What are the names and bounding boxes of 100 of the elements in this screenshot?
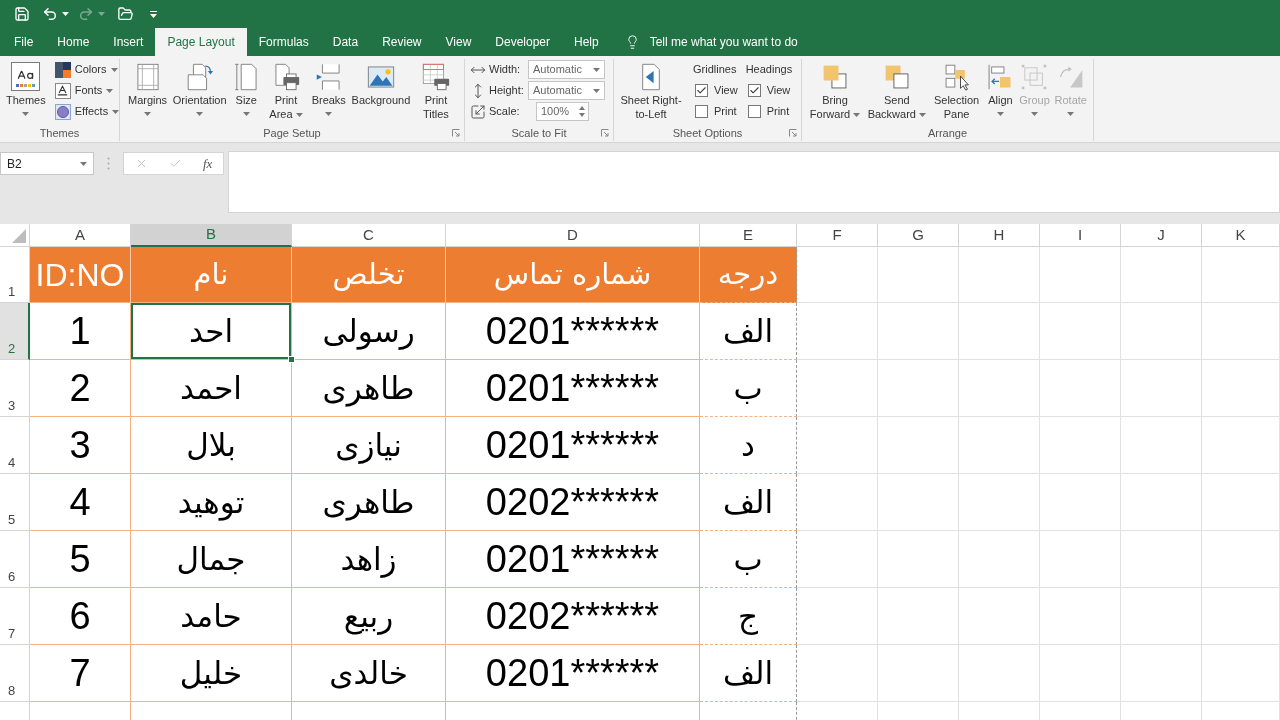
group-label: Page Setup bbox=[262, 126, 322, 141]
checkbox[interactable] bbox=[695, 84, 708, 97]
caret-icon[interactable] bbox=[593, 67, 600, 72]
table-cell: خالدی bbox=[292, 645, 446, 702]
checkbox[interactable] bbox=[747, 105, 761, 118]
row-header[interactable]: 8 bbox=[0, 645, 30, 702]
color-squares-icon bbox=[54, 61, 71, 78]
group-label: Scale to Fit bbox=[510, 126, 568, 141]
ribbon-button[interactable]: Print Titles bbox=[413, 59, 458, 121]
column-header[interactable]: H bbox=[959, 224, 1040, 247]
row-header[interactable]: 6 bbox=[0, 531, 30, 588]
caret-icon[interactable] bbox=[853, 113, 861, 118]
tell-me-field[interactable]: Tell me what you want to do bbox=[649, 33, 820, 51]
ribbon-button[interactable]: Bring Forward bbox=[806, 59, 864, 121]
column-header[interactable]: G bbox=[878, 224, 959, 247]
ribbon-tab[interactable]: View bbox=[433, 28, 484, 56]
dialog-launcher-icon[interactable] bbox=[601, 129, 609, 138]
folder-icon[interactable] bbox=[117, 6, 134, 22]
ribbon-button[interactable]: Effects bbox=[53, 101, 121, 122]
front-square-icon bbox=[821, 63, 849, 91]
undo-icon[interactable] bbox=[42, 6, 58, 22]
checkbox[interactable] bbox=[695, 105, 708, 118]
caret-icon[interactable] bbox=[112, 109, 120, 114]
checkbox[interactable] bbox=[747, 84, 761, 97]
ribbon-button[interactable]: Align bbox=[984, 59, 1017, 121]
column-header[interactable]: C bbox=[292, 224, 446, 247]
ribbon-button[interactable]: Background bbox=[349, 59, 413, 107]
column-header[interactable]: F bbox=[797, 224, 878, 247]
ribbon-button[interactable]: Fonts bbox=[53, 80, 121, 101]
ribbon-button[interactable]: Print Area bbox=[263, 59, 308, 121]
row-header[interactable]: 3 bbox=[0, 360, 30, 417]
ribbon-tab[interactable]: Review bbox=[370, 28, 434, 56]
caret-icon[interactable] bbox=[144, 112, 152, 116]
ribbon-tab[interactable]: Page Layout bbox=[155, 28, 247, 56]
function-button[interactable]: fx bbox=[203, 157, 213, 170]
ribbon-button[interactable]: Send Backward bbox=[864, 59, 929, 121]
fill-handle[interactable] bbox=[288, 356, 295, 363]
formula-input[interactable] bbox=[228, 151, 1280, 213]
ribbon-button[interactable]: Sheet Right-to-Left bbox=[617, 59, 685, 121]
scaling-icon bbox=[470, 103, 486, 120]
table-cell: ج bbox=[700, 588, 797, 645]
caret-icon[interactable] bbox=[80, 161, 87, 166]
row-header[interactable]: 7 bbox=[0, 588, 30, 645]
ribbon-button[interactable]: Selection Pane bbox=[929, 59, 984, 121]
spin-arrows-icon[interactable] bbox=[579, 106, 585, 117]
caret-icon[interactable] bbox=[918, 113, 926, 118]
column-header[interactable]: D bbox=[446, 224, 700, 247]
ribbon-tab[interactable]: Data bbox=[320, 28, 371, 56]
ribbon-button[interactable]: Orientation bbox=[170, 59, 229, 121]
caret-icon[interactable] bbox=[106, 88, 114, 93]
caret-icon[interactable] bbox=[593, 88, 600, 93]
column-header[interactable]: J bbox=[1121, 224, 1202, 247]
caret-icon[interactable] bbox=[295, 113, 303, 118]
caret-icon[interactable] bbox=[110, 67, 118, 72]
ribbon-tab[interactable]: Insert bbox=[101, 28, 156, 56]
dialog-launcher-icon[interactable] bbox=[452, 129, 460, 138]
table-cell: 0202****** bbox=[446, 588, 700, 645]
table-cell: 0201****** bbox=[446, 303, 700, 360]
column-header[interactable]: B bbox=[131, 224, 292, 247]
caret-icon[interactable] bbox=[242, 112, 250, 116]
ribbon-button[interactable]: Margins bbox=[126, 59, 170, 121]
ribbon-button[interactable]: Colors bbox=[53, 59, 121, 80]
field-label: Width: bbox=[489, 62, 521, 78]
ribbon-tab[interactable]: Formulas bbox=[246, 28, 321, 56]
ribbon-button[interactable]: Themes bbox=[4, 59, 48, 121]
row-header[interactable]: 2 bbox=[0, 303, 30, 360]
dialog-launcher-icon[interactable] bbox=[789, 129, 797, 138]
ribbon-tab[interactable]: Home bbox=[45, 28, 102, 56]
caret-icon[interactable] bbox=[996, 112, 1004, 116]
column-header[interactable]: K bbox=[1202, 224, 1280, 247]
pages-arrow-icon bbox=[185, 63, 214, 91]
ribbon-tab[interactable]: Help bbox=[562, 28, 611, 56]
dropdown-field[interactable]: Automatic bbox=[528, 60, 605, 79]
save-icon[interactable] bbox=[14, 6, 30, 22]
ribbon-tab[interactable]: Developer bbox=[483, 28, 562, 56]
table-cell: الف bbox=[700, 303, 797, 360]
caret-icon[interactable] bbox=[62, 12, 69, 16]
check-icon[interactable] bbox=[168, 157, 182, 170]
row-header[interactable]: 4 bbox=[0, 417, 30, 474]
name-box[interactable]: B2 bbox=[0, 152, 94, 175]
customize-icon[interactable] bbox=[150, 10, 157, 18]
column-header[interactable]: A bbox=[30, 224, 131, 247]
checkbox-label: View bbox=[766, 83, 791, 99]
letter-tile-icon bbox=[54, 82, 71, 99]
checkmark-icon bbox=[748, 85, 760, 96]
checkbox-label: Print bbox=[714, 104, 737, 120]
landscape-picture-icon bbox=[366, 63, 395, 91]
caret-icon[interactable] bbox=[196, 112, 204, 116]
spin-field[interactable]: 100% bbox=[536, 102, 589, 121]
row-header[interactable]: 1 bbox=[0, 247, 30, 303]
ribbon-button[interactable]: Size bbox=[230, 59, 263, 121]
caret-icon[interactable] bbox=[22, 112, 30, 116]
column-header[interactable]: I bbox=[1040, 224, 1121, 247]
dropdown-field[interactable]: Automatic bbox=[528, 81, 605, 100]
row-header[interactable]: 5 bbox=[0, 474, 30, 531]
checkbox-label: Print bbox=[766, 104, 790, 120]
caret-icon[interactable] bbox=[325, 112, 333, 116]
column-header[interactable]: E bbox=[700, 224, 797, 247]
ribbon-button[interactable]: Breaks bbox=[309, 59, 348, 121]
ribbon-tab[interactable]: File bbox=[2, 28, 46, 56]
